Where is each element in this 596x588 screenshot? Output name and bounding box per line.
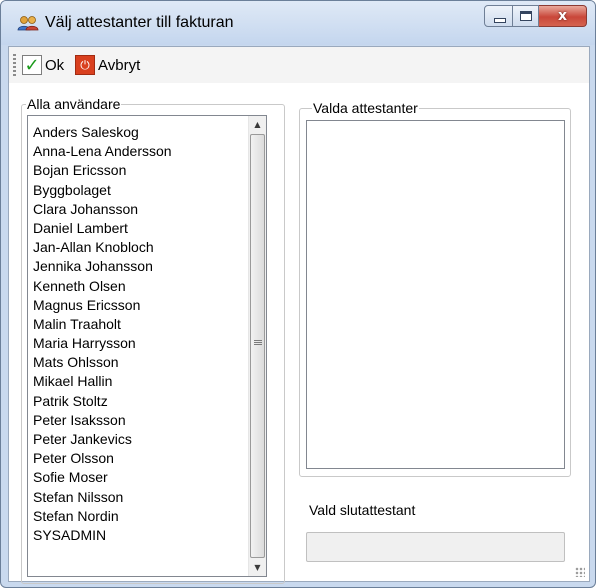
list-item[interactable]: Magnus Ericsson	[28, 296, 250, 315]
list-item[interactable]: Mats Ohlsson	[28, 353, 250, 372]
list-item[interactable]: Jan-Allan Knobloch	[28, 238, 250, 257]
close-button[interactable]: x	[539, 5, 587, 27]
users-icon	[17, 16, 39, 31]
list-item[interactable]: Sofie Moser	[28, 468, 250, 487]
list-item[interactable]: Jennika Johansson	[28, 257, 250, 276]
minimize-button[interactable]	[484, 5, 513, 27]
list-item[interactable]: Maria Harrysson	[28, 334, 250, 353]
list-item[interactable]: Anders Saleskog	[28, 123, 250, 142]
toolbar-grip[interactable]	[13, 54, 16, 76]
thumb-grip-icon	[254, 340, 262, 346]
list-item[interactable]: Daniel Lambert	[28, 219, 250, 238]
list-item[interactable]: Peter Isaksson	[28, 411, 250, 430]
list-item[interactable]: Peter Jankevics	[28, 430, 250, 449]
selected-attesters-list[interactable]	[306, 120, 565, 469]
all-users-items: Anders Saleskog Anna-Lena Andersson Bojan …	[28, 123, 250, 545]
maximize-button[interactable]	[513, 5, 539, 27]
list-item[interactable]: Stefan Nordin	[28, 507, 250, 526]
final-attester-label: Vald slutattestant	[308, 502, 417, 518]
list-item[interactable]: Patrik Stoltz	[28, 392, 250, 411]
list-item[interactable]: Kenneth Olsen	[28, 277, 250, 296]
toolbar: ✓ Ok ⏻ Avbryt	[9, 47, 589, 84]
list-item[interactable]: SYSADMIN	[28, 526, 250, 545]
list-item[interactable]: Peter Olsson	[28, 449, 250, 468]
list-item[interactable]: Mikael Hallin	[28, 372, 250, 391]
caption-buttons: x	[484, 5, 587, 27]
resize-grip-icon[interactable]	[575, 567, 585, 577]
list-item[interactable]: Anna-Lena Andersson	[28, 142, 250, 161]
all-users-label: Alla användare	[26, 96, 122, 112]
vertical-scrollbar[interactable]: ▲ ▼	[248, 116, 266, 576]
list-item[interactable]: Byggbolaget	[28, 181, 250, 200]
close-icon: x	[557, 8, 568, 24]
scroll-up-arrow-icon[interactable]: ▲	[249, 116, 266, 133]
window-title: Välj attestanter till fakturan	[45, 14, 234, 31]
stop-icon: ⏻	[75, 55, 95, 75]
ok-button[interactable]: ✓ Ok	[22, 53, 64, 77]
scroll-thumb[interactable]	[250, 134, 265, 558]
cancel-label: Avbryt	[98, 56, 141, 74]
minimize-icon	[494, 18, 506, 23]
title-bar[interactable]: Välj attestanter till fakturan x	[1, 1, 595, 45]
list-item[interactable]: Malin Traaholt	[28, 315, 250, 334]
ok-label: Ok	[45, 56, 65, 74]
selected-attesters-label: Valda attestanter	[312, 100, 419, 116]
all-users-list[interactable]: Anders Saleskog Anna-Lena Andersson Bojan …	[27, 115, 267, 577]
dialog-client: ✓ Ok ⏻ Avbryt Alla användare Anders Sale…	[8, 46, 590, 584]
list-item[interactable]: Bojan Ericsson	[28, 161, 250, 180]
cancel-button[interactable]: ⏻ Avbryt	[75, 53, 140, 77]
scroll-down-arrow-icon[interactable]: ▼	[249, 559, 266, 576]
checkmark-icon: ✓	[22, 55, 42, 76]
list-item[interactable]: Clara Johansson	[28, 200, 250, 219]
final-attester-field[interactable]	[306, 532, 565, 562]
list-item[interactable]: Stefan Nilsson	[28, 488, 250, 507]
maximize-icon	[520, 11, 532, 21]
dialog-window: Välj attestanter till fakturan x ✓ Ok ⏻ …	[0, 0, 596, 588]
